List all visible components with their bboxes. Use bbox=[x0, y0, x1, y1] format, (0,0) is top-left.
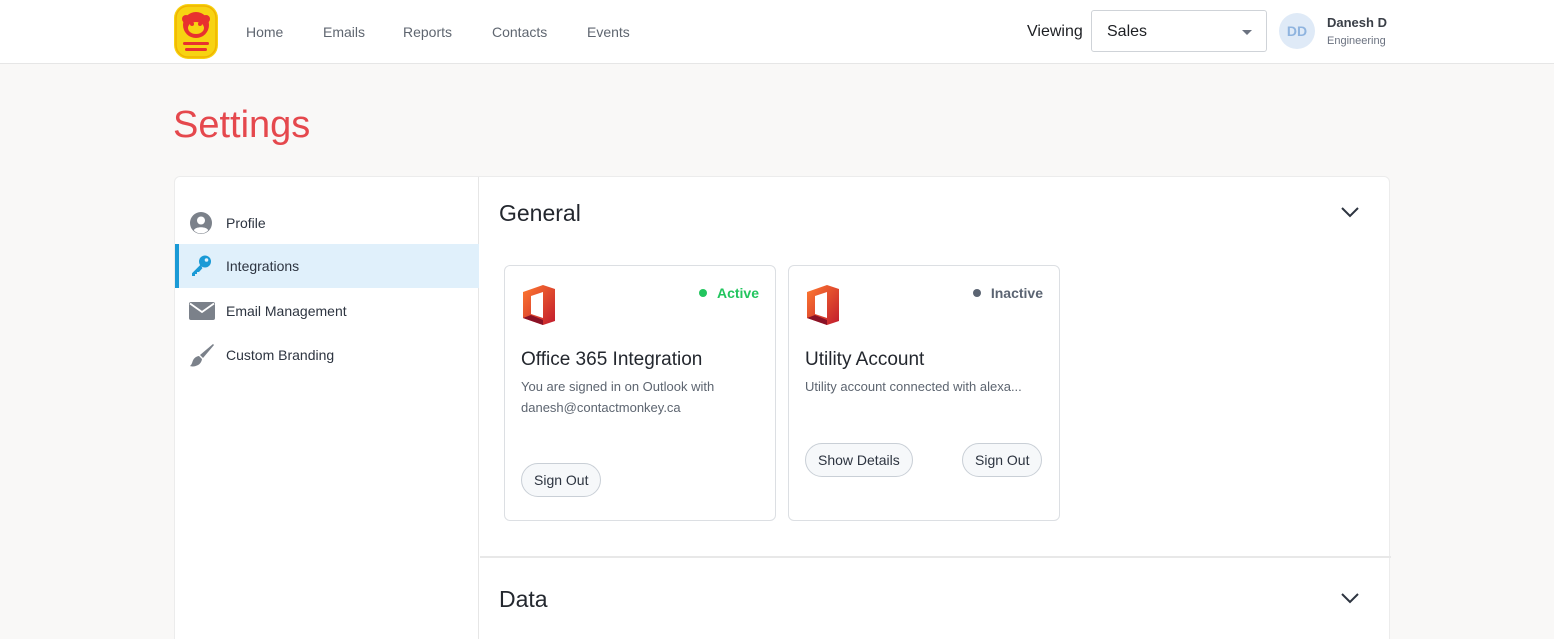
envelope-icon bbox=[189, 299, 215, 323]
sidebar-item-custom-branding[interactable]: Custom Branding bbox=[175, 333, 479, 377]
user-circle-icon bbox=[189, 211, 213, 235]
section-title-data[interactable]: Data bbox=[499, 585, 548, 613]
viewing-select-value: Sales bbox=[1107, 23, 1148, 40]
integration-card-utility: Inactive Utility Account Utility account… bbox=[788, 265, 1060, 521]
settings-sidebar: Profile Integrations Email Management Cu… bbox=[175, 177, 479, 639]
section-title-general[interactable]: General bbox=[499, 199, 581, 227]
office-logo-icon bbox=[805, 284, 841, 326]
paintbrush-icon bbox=[189, 343, 214, 367]
chevron-down-icon[interactable] bbox=[1338, 586, 1362, 610]
key-icon bbox=[189, 254, 213, 278]
settings-panel: Profile Integrations Email Management Cu… bbox=[174, 176, 1391, 639]
avatar[interactable]: DD bbox=[1279, 13, 1315, 49]
chevron-down-icon[interactable] bbox=[1338, 200, 1362, 224]
sign-out-button[interactable]: Sign Out bbox=[962, 443, 1043, 477]
nav-home[interactable]: Home bbox=[246, 23, 283, 41]
monkey-logo-icon bbox=[174, 4, 218, 59]
card-description: Utility account connected with alexa... bbox=[805, 379, 1022, 394]
sidebar-item-label: Custom Branding bbox=[226, 347, 335, 363]
page-title: Settings bbox=[173, 104, 311, 146]
top-navbar: Home Emails Reports Contacts Events View… bbox=[0, 0, 1554, 64]
nav-reports[interactable]: Reports bbox=[403, 23, 452, 41]
sidebar-item-label: Integrations bbox=[226, 258, 300, 274]
status-text: Inactive bbox=[990, 285, 1043, 301]
integration-card-office365: Active Office 365 Integration You are si… bbox=[504, 265, 776, 521]
sidebar-item-integrations[interactable]: Integrations bbox=[175, 244, 479, 288]
status-badge: Active bbox=[698, 285, 759, 301]
sidebar-item-label: Email Management bbox=[226, 303, 347, 319]
viewing-label: Viewing bbox=[1027, 23, 1083, 40]
nav-contacts[interactable]: Contacts bbox=[492, 23, 547, 41]
user-name[interactable]: Danesh D bbox=[1327, 15, 1387, 30]
card-description: You are signed in on Outlook with danesh… bbox=[521, 379, 715, 415]
status-dot-icon bbox=[972, 289, 981, 297]
card-title: Office 365 Integration bbox=[521, 349, 703, 370]
user-department: Engineering bbox=[1327, 35, 1386, 47]
status-text: Active bbox=[716, 285, 759, 301]
sidebar-item-label: Profile bbox=[226, 215, 266, 231]
viewing-select[interactable]: Sales bbox=[1091, 10, 1267, 52]
nav-events[interactable]: Events bbox=[587, 23, 630, 41]
sign-out-button[interactable]: Sign Out bbox=[521, 463, 602, 497]
nav-emails[interactable]: Emails bbox=[323, 23, 365, 41]
card-title: Utility Account bbox=[805, 349, 925, 370]
sidebar-item-email-management[interactable]: Email Management bbox=[175, 289, 479, 333]
caret-down-icon bbox=[1242, 30, 1252, 35]
sidebar-item-profile[interactable]: Profile bbox=[175, 201, 479, 245]
settings-content: General Active Office 365 Integration Yo… bbox=[480, 177, 1391, 639]
office-logo-icon bbox=[521, 284, 557, 326]
status-dot-icon bbox=[698, 289, 707, 297]
contactmonkey-logo[interactable] bbox=[173, 3, 219, 60]
section-divider bbox=[480, 556, 1391, 558]
show-details-button[interactable]: Show Details bbox=[805, 443, 913, 477]
status-badge: Inactive bbox=[972, 285, 1043, 301]
